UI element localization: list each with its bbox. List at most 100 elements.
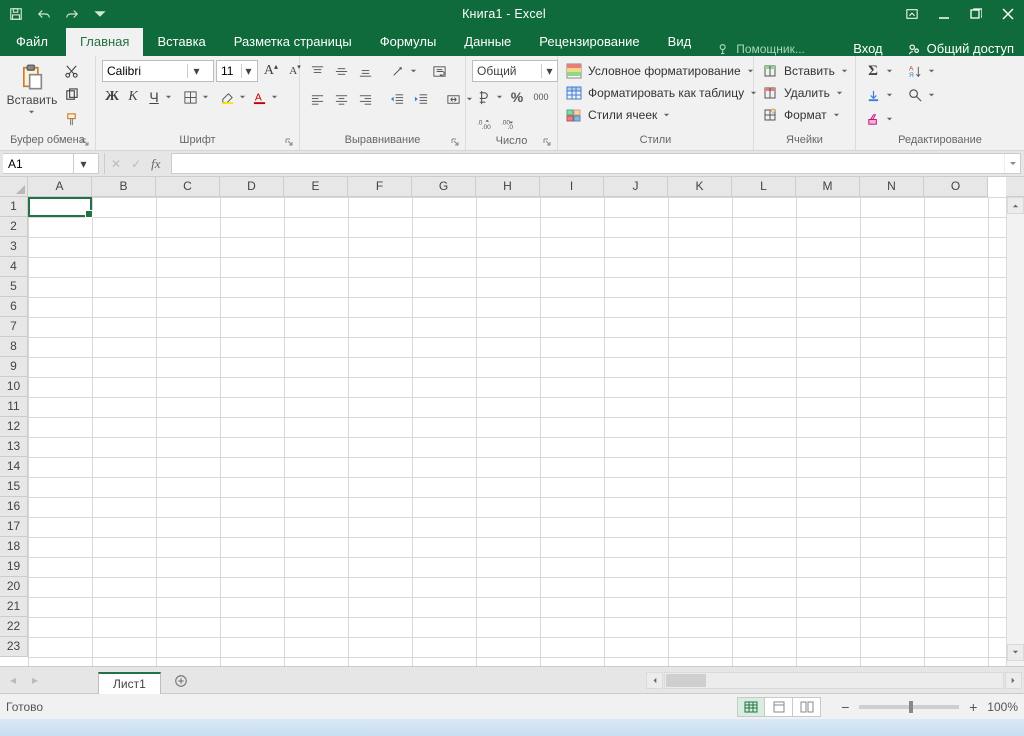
ribbon-options-icon[interactable]: [896, 0, 928, 28]
share-button[interactable]: Общий доступ: [897, 41, 1024, 56]
chevron-down-icon[interactable]: ▾: [241, 64, 255, 78]
font-name-input[interactable]: [103, 64, 187, 78]
tell-me-search[interactable]: Помощник...: [705, 42, 805, 56]
redo-icon[interactable]: [60, 3, 84, 25]
row-header-14[interactable]: 14: [0, 457, 28, 477]
format-painter-icon[interactable]: [60, 108, 82, 130]
chevron-down-icon[interactable]: ▾: [541, 64, 557, 78]
chevron-down-icon[interactable]: [886, 68, 894, 75]
font-name-combo[interactable]: ▾: [102, 60, 214, 82]
autosum-icon[interactable]: Σ: [862, 60, 884, 82]
cut-icon[interactable]: [60, 60, 82, 82]
tab-review[interactable]: Рецензирование: [525, 28, 653, 56]
chevron-down-icon[interactable]: [886, 116, 894, 123]
scroll-left-icon[interactable]: [646, 672, 663, 689]
column-header-F[interactable]: F: [348, 177, 412, 197]
row-header-7[interactable]: 7: [0, 317, 28, 337]
row-header-10[interactable]: 10: [0, 377, 28, 397]
view-normal-icon[interactable]: [737, 697, 765, 717]
align-center-icon[interactable]: [330, 88, 352, 110]
format-as-table-button[interactable]: Форматировать как таблицу: [564, 82, 760, 104]
column-header-C[interactable]: C: [156, 177, 220, 197]
chevron-down-icon[interactable]: [202, 94, 210, 101]
cell-styles-button[interactable]: Стили ячеек: [564, 104, 673, 126]
row-header-8[interactable]: 8: [0, 337, 28, 357]
wrap-text-icon[interactable]: [428, 60, 450, 82]
column-header-G[interactable]: G: [412, 177, 476, 197]
row-header-6[interactable]: 6: [0, 297, 28, 317]
select-all-button[interactable]: [0, 177, 28, 197]
increase-font-icon[interactable]: A▴: [260, 60, 282, 82]
tab-home[interactable]: Главная: [66, 28, 143, 56]
merge-center-icon[interactable]: [442, 88, 464, 110]
zoom-slider[interactable]: [859, 705, 959, 709]
chevron-down-icon[interactable]: [928, 92, 936, 99]
view-page-layout-icon[interactable]: [765, 697, 793, 717]
accounting-format-icon[interactable]: [472, 86, 494, 108]
column-header-J[interactable]: J: [604, 177, 668, 197]
chevron-down-icon[interactable]: ▾: [73, 154, 93, 173]
name-box[interactable]: ▾: [3, 153, 99, 174]
minimize-icon[interactable]: [928, 0, 960, 28]
column-header-L[interactable]: L: [732, 177, 796, 197]
italic-button[interactable]: К: [123, 86, 143, 108]
name-box-input[interactable]: [3, 154, 73, 173]
tab-pagelayout[interactable]: Разметка страницы: [220, 28, 366, 56]
maximize-icon[interactable]: [960, 0, 992, 28]
copy-icon[interactable]: [60, 84, 82, 106]
column-header-I[interactable]: I: [540, 177, 604, 197]
tab-file[interactable]: Файл: [0, 28, 66, 56]
horizontal-scrollbar[interactable]: [646, 672, 1024, 689]
row-header-2[interactable]: 2: [0, 217, 28, 237]
chevron-down-icon[interactable]: [239, 94, 247, 101]
row-header-21[interactable]: 21: [0, 597, 28, 617]
zoom-level[interactable]: 100%: [987, 700, 1018, 714]
sheet-tab-1[interactable]: Лист1: [98, 672, 161, 694]
scroll-up-icon[interactable]: [1007, 197, 1024, 214]
row-header-15[interactable]: 15: [0, 477, 28, 497]
comma-style-icon[interactable]: 000: [530, 86, 552, 108]
font-size-combo[interactable]: ▾: [216, 60, 258, 82]
tab-formulas[interactable]: Формулы: [366, 28, 451, 56]
underline-button[interactable]: Ч: [144, 86, 164, 108]
undo-icon[interactable]: [32, 3, 56, 25]
row-header-4[interactable]: 4: [0, 257, 28, 277]
fill-color-icon[interactable]: [216, 86, 238, 108]
row-header-22[interactable]: 22: [0, 617, 28, 637]
row-header-23[interactable]: 23: [0, 637, 28, 657]
chevron-down-icon[interactable]: [165, 94, 173, 101]
qat-customize-icon[interactable]: [88, 3, 112, 25]
chevron-down-icon[interactable]: [886, 92, 894, 99]
increase-indent-icon[interactable]: [410, 88, 432, 110]
login-link[interactable]: Вход: [839, 41, 896, 56]
view-page-break-icon[interactable]: [793, 697, 821, 717]
add-sheet-button[interactable]: [169, 669, 193, 693]
align-left-icon[interactable]: [306, 88, 328, 110]
sheet-nav-next-icon[interactable]: ▸: [24, 669, 46, 691]
percent-icon[interactable]: %: [506, 86, 528, 108]
row-header-16[interactable]: 16: [0, 497, 28, 517]
zoom-out-button[interactable]: −: [837, 699, 853, 715]
number-launcher-icon[interactable]: [542, 136, 554, 148]
bold-button[interactable]: Ж: [102, 86, 122, 108]
chevron-down-icon[interactable]: [928, 68, 936, 75]
decrease-indent-icon[interactable]: [386, 88, 408, 110]
close-icon[interactable]: [992, 0, 1024, 28]
clear-icon[interactable]: [862, 108, 884, 130]
orientation-icon[interactable]: [386, 60, 408, 82]
column-header-B[interactable]: B: [92, 177, 156, 197]
column-header-K[interactable]: K: [668, 177, 732, 197]
borders-icon[interactable]: [179, 86, 201, 108]
column-header-A[interactable]: A: [28, 177, 92, 197]
align-top-icon[interactable]: [306, 60, 328, 82]
row-header-12[interactable]: 12: [0, 417, 28, 437]
insert-cells-button[interactable]: Вставить: [760, 60, 851, 82]
row-header-11[interactable]: 11: [0, 397, 28, 417]
row-header-17[interactable]: 17: [0, 517, 28, 537]
align-right-icon[interactable]: [354, 88, 376, 110]
active-cell[interactable]: [28, 197, 92, 217]
vertical-scrollbar[interactable]: [1006, 197, 1024, 666]
column-header-H[interactable]: H: [476, 177, 540, 197]
align-middle-icon[interactable]: [330, 60, 352, 82]
tab-data[interactable]: Данные: [450, 28, 525, 56]
